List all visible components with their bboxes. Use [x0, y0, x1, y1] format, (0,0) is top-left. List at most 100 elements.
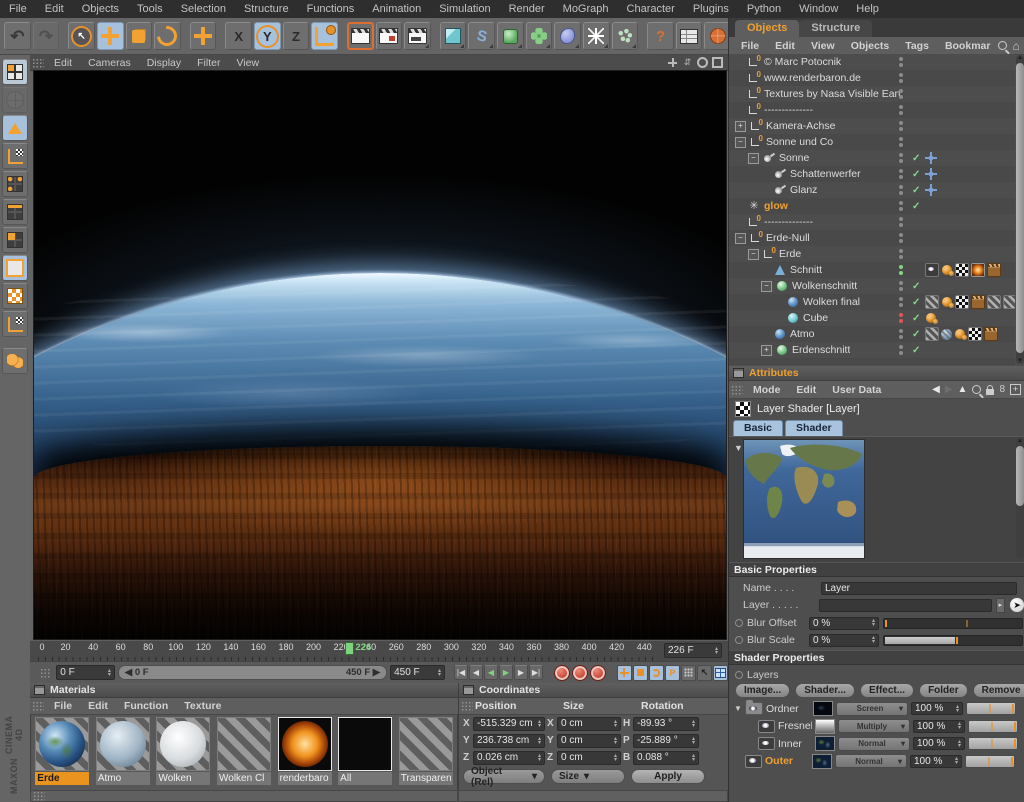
clapper-tag-icon[interactable] — [984, 327, 998, 341]
checker-tag-icon[interactable] — [955, 263, 969, 277]
tree-scrollbar[interactable]: ▲ ▼ — [1016, 55, 1024, 364]
render-visibility-dots[interactable] — [899, 121, 903, 131]
scrollbar-thumb[interactable] — [1016, 63, 1024, 353]
objects-menu-view[interactable]: View — [803, 40, 843, 52]
material-atmo[interactable]: Atmo — [94, 717, 153, 790]
layer-opacity-field[interactable]: 100 %▴▾ — [911, 702, 963, 715]
layer-collapse-icon[interactable]: ▼ — [734, 704, 742, 713]
enabled-check-icon[interactable]: ✓ — [912, 169, 920, 180]
panel-grip[interactable] — [33, 791, 45, 801]
material-thumbnail[interactable] — [35, 717, 89, 771]
stripes-tag-icon[interactable] — [925, 327, 939, 341]
rot-h-field[interactable]: -89.93 °▴▾ — [633, 717, 699, 731]
fire-tag-icon[interactable] — [971, 263, 985, 277]
model-globe-icon[interactable] — [2, 87, 28, 113]
search-icon[interactable] — [998, 41, 1007, 50]
shader-layer-inner[interactable]: InnerNormal▾100 %▴▾ — [729, 735, 1024, 752]
menu-mograph[interactable]: MoGraph — [554, 0, 618, 18]
layer-opacity-field[interactable]: 100 %▴▾ — [913, 737, 965, 750]
lock-y-icon[interactable]: Y — [254, 22, 281, 50]
edges-mode-icon[interactable] — [2, 199, 28, 225]
objects-menu-edit[interactable]: Edit — [767, 40, 803, 52]
menu-render[interactable]: Render — [500, 0, 554, 18]
back-arrow-icon[interactable]: ◀ — [932, 384, 940, 395]
clapper-tag-icon[interactable] — [987, 263, 1001, 277]
enabled-check-icon[interactable]: ✓ — [912, 201, 920, 212]
keyframe-dot-icon[interactable] — [735, 636, 743, 644]
layer-opacity-slider[interactable] — [968, 720, 1018, 733]
lock-x-icon[interactable]: X — [225, 22, 252, 50]
blur-offset-slider[interactable] — [883, 618, 1023, 629]
material-thumbnail[interactable] — [399, 717, 453, 771]
keyframe-dot-icon[interactable] — [735, 619, 743, 627]
material-thumbnail[interactable] — [217, 717, 271, 771]
lock-z-icon[interactable]: Z — [283, 22, 310, 50]
enabled-check-icon[interactable]: ✓ — [912, 185, 920, 196]
materials-menu-texture[interactable]: Texture — [176, 700, 229, 712]
collapse-caret-icon[interactable]: ▼ — [734, 443, 743, 453]
key-parameter-icon[interactable]: P — [665, 665, 680, 681]
objects-menu-file[interactable]: File — [733, 40, 767, 52]
layer-opacity-slider[interactable] — [968, 737, 1018, 750]
menu-edit[interactable]: Edit — [36, 0, 73, 18]
enabled-check-icon[interactable]: ✓ — [912, 153, 920, 164]
autokey-icon[interactable]: ↖ — [697, 665, 712, 681]
layer-thumbnail[interactable] — [815, 719, 835, 734]
render-view-icon[interactable] — [347, 22, 374, 50]
material-renderbaro[interactable]: renderbaro — [275, 717, 334, 790]
tree-row-textures-by-nasa-visible-eart[interactable]: 0Textures by Nasa Visible Eart — [729, 86, 1015, 102]
panel-grip[interactable] — [40, 668, 51, 678]
panel-grip[interactable] — [461, 701, 473, 711]
tree-row-wolken-final[interactable]: Wolken final✓ — [729, 294, 1015, 310]
maximize-view-icon[interactable] — [712, 57, 723, 68]
viewport-filter-icon[interactable] — [2, 348, 28, 374]
render-visibility-dots[interactable] — [899, 313, 903, 323]
button-effect[interactable]: Effect... — [860, 683, 914, 698]
menu-window[interactable]: Window — [790, 0, 847, 18]
material-wolken[interactable]: Wolken — [154, 717, 213, 790]
rotate-tool-icon[interactable] — [154, 22, 181, 50]
tree-row-kamera-achse[interactable]: +0Kamera-Achse — [729, 118, 1015, 134]
collapse-minus-icon[interactable]: − — [761, 281, 772, 292]
keyframe-dot-icon[interactable] — [735, 671, 743, 679]
rot-b-field[interactable]: 0.088 °▴▾ — [633, 751, 699, 765]
menu-file[interactable]: File — [0, 0, 36, 18]
add-mograph-icon[interactable] — [526, 22, 553, 50]
blend-mode-dropdown[interactable]: Screen▾ — [836, 702, 908, 716]
material-erde[interactable]: Erde — [33, 717, 92, 790]
add-spline-icon[interactable]: S — [468, 22, 495, 50]
add-particles-icon[interactable] — [612, 22, 639, 50]
last-tool-icon[interactable] — [190, 22, 217, 50]
sphere-tag-icon[interactable] — [955, 329, 965, 339]
forward-arrow-icon[interactable]: ▶ — [945, 384, 953, 395]
attributes-menu-edit[interactable]: Edit — [788, 384, 824, 396]
blend-mode-dropdown[interactable]: Multiply▾ — [838, 719, 910, 733]
render-visibility-dots[interactable] — [899, 73, 903, 83]
layer-eye-icon[interactable] — [758, 720, 775, 733]
viewport-canvas[interactable] — [33, 70, 727, 640]
shader-layer-outer[interactable]: OuterNormal▾100 %▴▾ — [729, 753, 1024, 770]
render-visibility-dots[interactable] — [899, 105, 903, 115]
current-frame-field[interactable]: 226 F ▴▾ — [664, 643, 722, 658]
window-icon[interactable] — [733, 368, 744, 378]
materials-menu-edit[interactable]: Edit — [80, 700, 116, 712]
live-selection-icon[interactable]: ↖ — [68, 22, 95, 50]
material-thumbnail[interactable] — [338, 717, 392, 771]
menu-character[interactable]: Character — [618, 0, 684, 18]
render-visibility-dots[interactable] — [899, 57, 903, 67]
make-editable-icon[interactable] — [2, 59, 28, 85]
render-menu-icon[interactable] — [404, 22, 431, 50]
key-point-level-icon[interactable] — [681, 665, 696, 681]
undo-icon[interactable]: ↶ — [4, 22, 31, 50]
add-cube-icon[interactable] — [440, 22, 467, 50]
frame-stepper[interactable]: ▴▾ — [712, 647, 718, 655]
content-browser-icon[interactable] — [676, 22, 703, 50]
scroll-up-icon[interactable]: ▲ — [1016, 55, 1024, 61]
opacity-stepper[interactable]: ▴▾ — [953, 705, 959, 713]
redo-icon[interactable]: ↷ — [33, 22, 60, 50]
material-wolken-cl[interactable]: Wolken Cl — [215, 717, 274, 790]
attributes-menu-user-data[interactable]: User Data — [824, 384, 889, 396]
expand-plus-icon[interactable]: + — [735, 121, 746, 132]
skip-start-icon[interactable]: |◀ — [454, 665, 468, 680]
render-settings-icon[interactable] — [376, 22, 403, 50]
